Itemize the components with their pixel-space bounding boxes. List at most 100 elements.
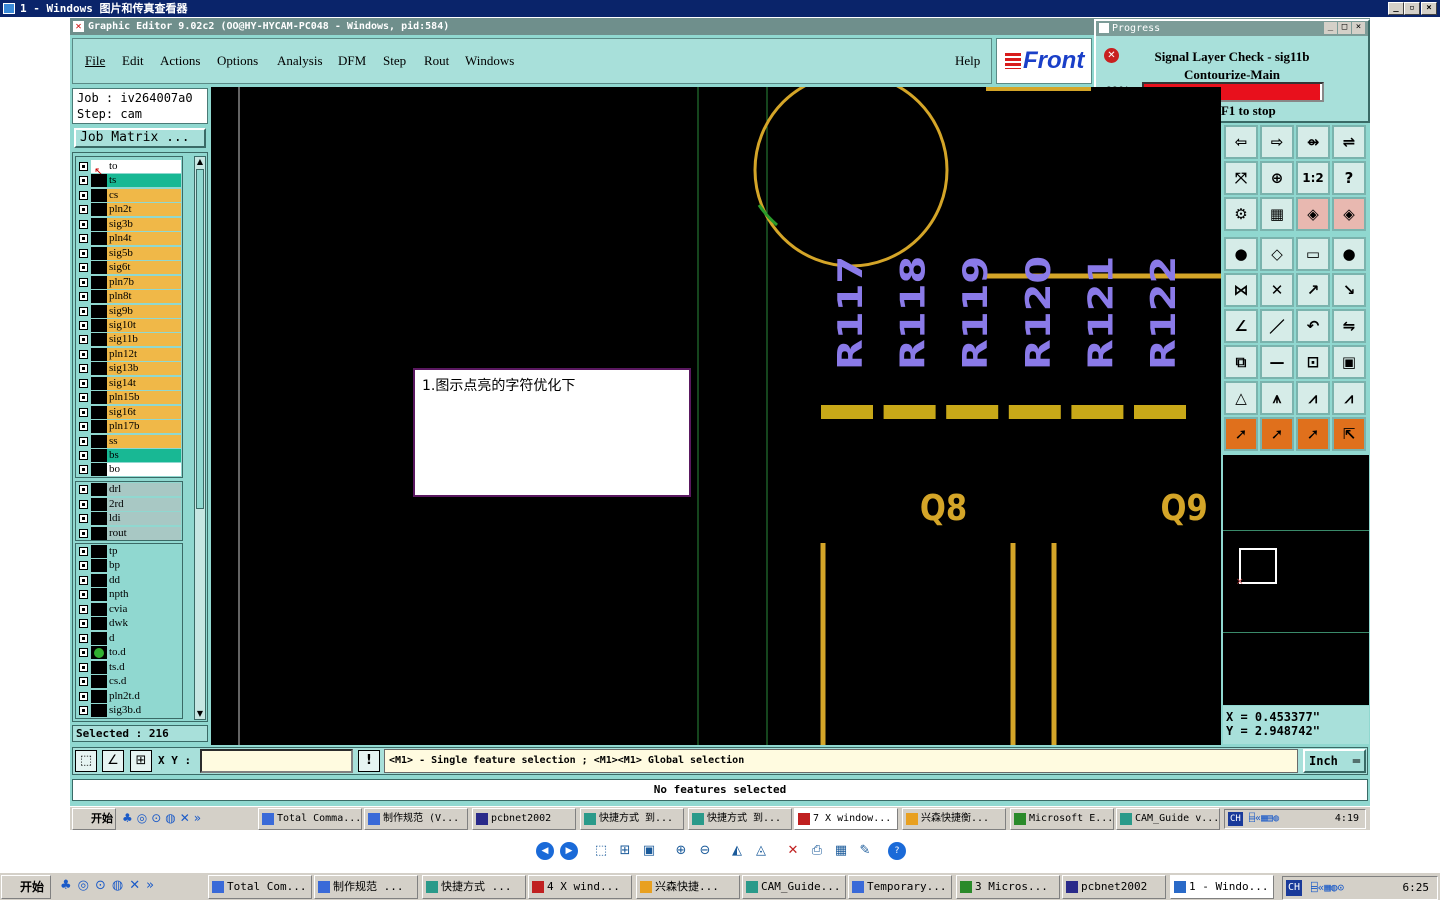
- layer-scrollbar[interactable]: ▲ ▼: [194, 156, 206, 720]
- layer-name[interactable]: pln2t: [107, 203, 181, 217]
- scroll-thumb[interactable]: [196, 169, 204, 509]
- menu-help[interactable]: Help: [955, 53, 980, 69]
- help-icon[interactable]: ?: [888, 842, 906, 860]
- layer-checkbox[interactable]: [79, 422, 88, 432]
- layer-display-toggle[interactable]: [91, 405, 107, 419]
- layer-display-toggle[interactable]: [91, 588, 107, 602]
- q8-label[interactable]: Q8: [920, 487, 967, 529]
- layer-display-toggle[interactable]: [91, 434, 107, 448]
- menu-windows[interactable]: Windows: [465, 53, 514, 69]
- layer-name[interactable]: sig16t: [107, 405, 181, 419]
- layer-name[interactable]: to: [107, 160, 181, 173]
- layer-display-toggle[interactable]: [91, 347, 107, 361]
- arc-edit-icon[interactable]: ⩘: [1296, 381, 1330, 415]
- layer-row[interactable]: pln2t.d: [77, 689, 181, 703]
- tray-icons[interactable]: ⌸«▦▤◍: [1249, 810, 1279, 828]
- prev-icon[interactable]: ◀: [536, 842, 554, 860]
- fit-view-icon[interactable]: ⤧: [1224, 161, 1258, 195]
- layer-checkbox[interactable]: [79, 619, 88, 629]
- group-icon[interactable]: ▣: [1332, 345, 1366, 379]
- layer-row[interactable]: sig3b.d: [77, 703, 181, 717]
- inner-task-button[interactable]: 7 X window...: [794, 808, 898, 830]
- layer-checkbox[interactable]: [79, 277, 88, 287]
- layer-name[interactable]: pln17b: [107, 420, 181, 434]
- slideshow-icon[interactable]: ▣: [640, 842, 658, 860]
- layer-display-toggle[interactable]: [91, 449, 107, 462]
- inner-task-button[interactable]: Total Comma...: [258, 808, 362, 830]
- lang-indicator[interactable]: CH: [1286, 880, 1303, 896]
- layer-checkbox[interactable]: [79, 219, 88, 229]
- layer-row[interactable]: sig9b: [77, 304, 181, 318]
- inner-start-button[interactable]: 开始: [72, 808, 116, 830]
- layer-display-toggle[interactable]: [91, 463, 107, 477]
- layer-display-toggle[interactable]: [91, 275, 107, 289]
- inner-quick-launch[interactable]: ♣◎⊙◍✕»: [122, 811, 252, 827]
- layer-checkbox[interactable]: [79, 485, 88, 494]
- layer-display-toggle[interactable]: [91, 304, 107, 318]
- menu-analysis[interactable]: Analysis: [277, 53, 323, 69]
- layer-checkbox[interactable]: [79, 451, 88, 460]
- viewer-minimize-button[interactable]: _: [1388, 2, 1404, 15]
- layer-checkbox[interactable]: [79, 514, 88, 523]
- layer-display-toggle[interactable]: [91, 391, 107, 405]
- inner-task-button[interactable]: 快捷方式 到...: [688, 808, 792, 830]
- refdes-label[interactable]: R120: [1019, 256, 1058, 370]
- layer-row[interactable]: to.d: [77, 646, 181, 660]
- units-button[interactable]: Inch ═: [1303, 749, 1366, 773]
- task-button[interactable]: 3 Micros...: [956, 875, 1060, 899]
- layer-row[interactable]: sig10t: [77, 318, 181, 332]
- layer-checkbox[interactable]: [79, 662, 88, 672]
- layer-checkbox[interactable]: [79, 335, 88, 345]
- layer-checkbox[interactable]: [79, 378, 88, 388]
- angle-icon[interactable]: ∠: [1224, 309, 1258, 343]
- delete-node-icon[interactable]: ✕: [1260, 273, 1294, 307]
- q9-label[interactable]: Q9: [1160, 487, 1207, 529]
- layer-name[interactable]: pln4t: [107, 232, 181, 246]
- layer-display-toggle[interactable]: [91, 545, 107, 558]
- select-icon[interactable]: ➚: [1224, 417, 1258, 451]
- connect-icon[interactable]: ⋈: [1224, 273, 1258, 307]
- layer-row[interactable]: pln17b: [77, 420, 181, 434]
- viewer-close-button[interactable]: ×: [1421, 2, 1437, 15]
- layer-display-toggle[interactable]: [91, 217, 107, 231]
- refdes-label[interactable]: R118: [893, 256, 932, 370]
- line-icon[interactable]: ／: [1260, 309, 1294, 343]
- layer-row[interactable]: bs: [77, 449, 181, 462]
- menu-file[interactable]: File: [85, 53, 105, 69]
- layer-row[interactable]: pln2t: [77, 203, 181, 217]
- zoom-next-icon[interactable]: ⇨: [1260, 125, 1294, 159]
- layer-row[interactable]: cs: [77, 188, 181, 202]
- layer-name[interactable]: 2rd: [107, 497, 181, 511]
- layer-display-toggle[interactable]: [91, 232, 107, 246]
- refdes-label[interactable]: R119: [956, 256, 995, 370]
- resize-icon[interactable]: ⊡: [1296, 345, 1330, 379]
- layer-checkbox[interactable]: [79, 234, 88, 244]
- layer-name[interactable]: sig9b: [107, 304, 181, 318]
- task-button[interactable]: CAM_Guide...: [742, 875, 846, 899]
- layer-name[interactable]: pln8t: [107, 290, 181, 304]
- layer-row[interactable]: dwk: [77, 617, 181, 631]
- layer-row[interactable]: sig16t: [77, 405, 181, 419]
- layer-row[interactable]: dd: [77, 573, 181, 587]
- layer-display-toggle[interactable]: [91, 703, 107, 717]
- layer-row[interactable]: sig3b: [77, 217, 181, 231]
- layer-row[interactable]: sig13b: [77, 362, 181, 376]
- menu-options[interactable]: Options: [217, 53, 258, 69]
- layer-name[interactable]: drl: [107, 483, 181, 496]
- layer-row[interactable]: pln12t: [77, 347, 181, 361]
- layer-name[interactable]: pln2t.d: [107, 689, 181, 703]
- layer-display-toggle[interactable]: [91, 559, 107, 573]
- scroll-up-icon[interactable]: ▲: [195, 157, 205, 167]
- layer-row[interactable]: bo: [77, 463, 181, 477]
- layer-display-toggle[interactable]: [91, 318, 107, 332]
- layer-display-toggle[interactable]: [91, 497, 107, 511]
- layer-row[interactable]: pln7b: [77, 275, 181, 289]
- layer-row[interactable]: pln4t: [77, 232, 181, 246]
- info-button[interactable]: !: [358, 750, 380, 772]
- layer-checkbox[interactable]: [79, 528, 88, 538]
- progress-maximize-button[interactable]: □: [1338, 22, 1351, 34]
- print-icon[interactable]: ⎙: [808, 842, 826, 860]
- smd-pad[interactable]: [1134, 405, 1186, 419]
- layer-checkbox[interactable]: [79, 364, 88, 374]
- layer-row[interactable]: cs.d: [77, 675, 181, 689]
